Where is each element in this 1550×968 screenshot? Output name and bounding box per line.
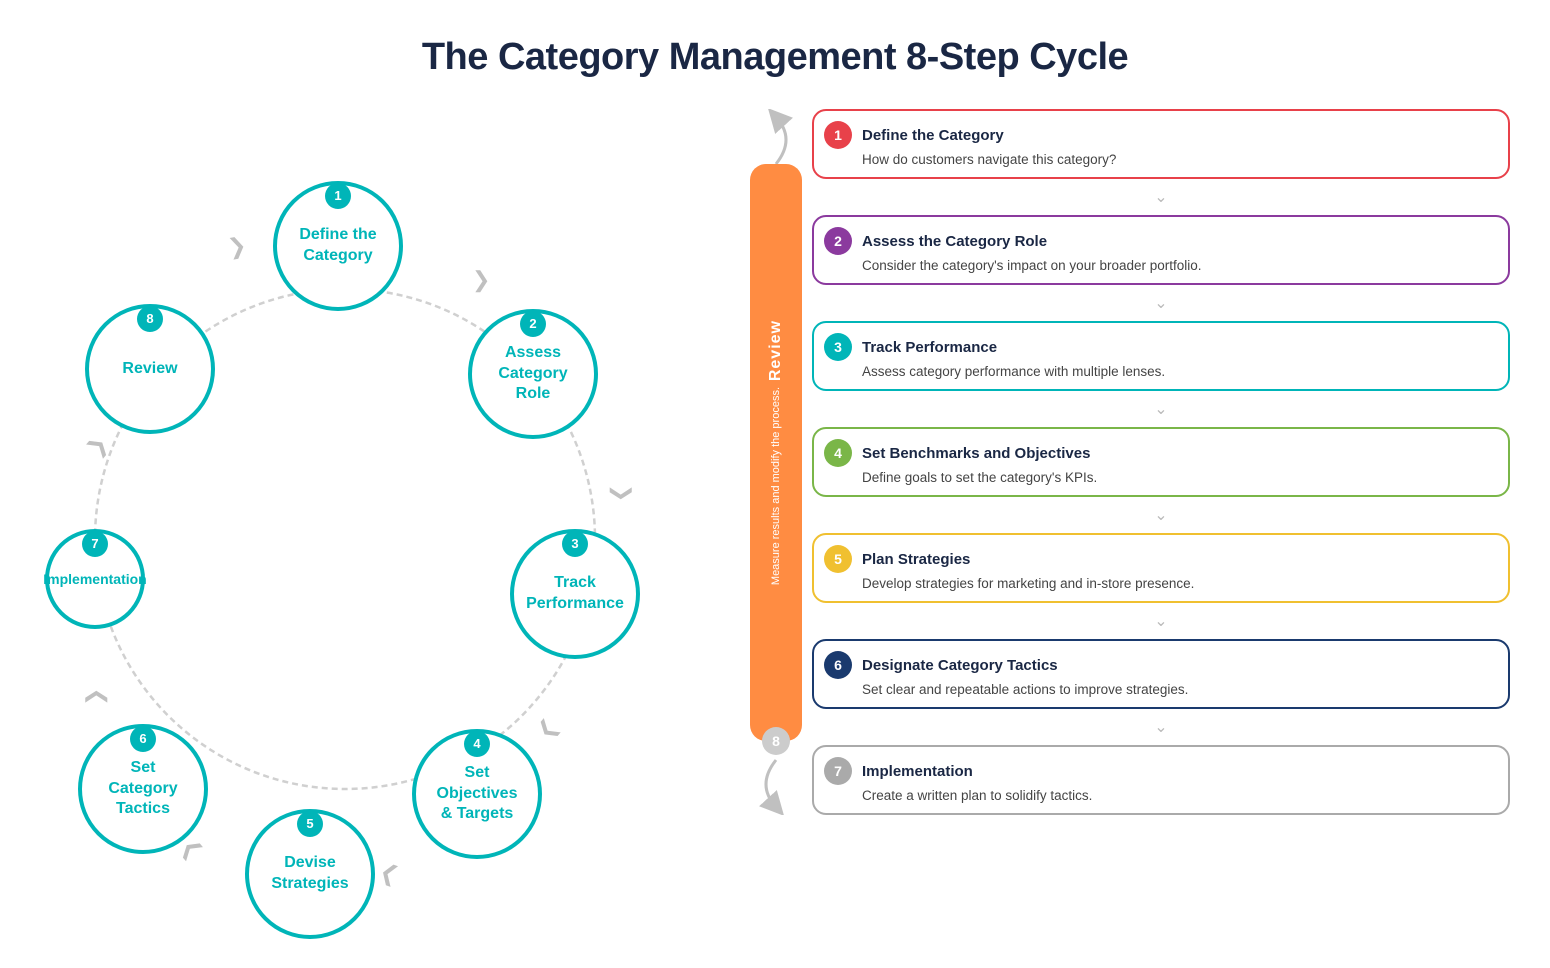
step-title-6: Designate Category Tactics [862, 657, 1058, 674]
review-bar-container: Review Measure results and modify the pr… [750, 109, 802, 815]
step-desc-2: Consider the category's impact on your b… [824, 258, 1492, 273]
step-title-3: Track Performance [862, 339, 997, 356]
step-item-1: 1 Define the Category How do customers nav… [812, 109, 1510, 179]
step-chevron-5: ⌄ [812, 611, 1510, 631]
step-title-5: Plan Strategies [862, 551, 970, 568]
step-num-badge-4: 4 [824, 439, 852, 467]
step-item-2: 2 Assess the Category Role Consider the ca… [812, 215, 1510, 285]
review-bar-num: 8 [762, 727, 790, 755]
cycle-node-4: 4 Set Objectives & Targets [412, 729, 542, 859]
review-bar: Review Measure results and modify the pr… [750, 164, 802, 741]
step-chevron-6: ⌄ [812, 717, 1510, 737]
step-chevron-1: ⌄ [812, 187, 1510, 207]
cycle-node-6: 6 Set Category Tactics [78, 724, 208, 854]
svg-text:❯: ❯ [226, 232, 249, 261]
step-item-7: 7 Implementation Create a written plan to … [812, 745, 1510, 815]
svg-text:❯: ❯ [472, 267, 490, 293]
step-desc-5: Develop strategies for marketing and in-… [824, 576, 1492, 591]
cycle-node-8: 8 Review [85, 304, 215, 434]
step-item-4: 4 Set Benchmarks and Objectives Define goa… [812, 427, 1510, 497]
step-item-6: 6 Designate Category Tactics Set clear and… [812, 639, 1510, 709]
cycle-node-3: 3 Track Performance [510, 529, 640, 659]
step-num-badge-3: 3 [824, 333, 852, 361]
page-title: The Category Management 8-Step Cycle [0, 0, 1550, 99]
svg-text:❯: ❯ [609, 484, 635, 502]
step-chevron-3: ⌄ [812, 399, 1510, 419]
svg-text:❯: ❯ [82, 688, 108, 706]
step-chevron-2: ⌄ [812, 293, 1510, 313]
step-num-badge-6: 6 [824, 651, 852, 679]
step-num-badge-1: 1 [824, 121, 852, 149]
step-desc-3: Assess category performance with multipl… [824, 364, 1492, 379]
step-title-1: Define the Category [862, 127, 1004, 144]
review-bar-sublabel: Measure results and modify the process. [770, 387, 782, 585]
step-num-badge-5: 5 [824, 545, 852, 573]
svg-text:❯: ❯ [534, 715, 566, 746]
step-item-5: 5 Plan Strategies Develop strategies for m… [812, 533, 1510, 603]
step-title-7: Implementation [862, 763, 973, 780]
steps-list: 1 Define the Category How do customers nav… [812, 109, 1510, 815]
step-chevron-4: ⌄ [812, 505, 1510, 525]
step-num-badge-2: 2 [824, 227, 852, 255]
step-item-3: 3 Track Performance Assess category perfor… [812, 321, 1510, 391]
cycle-diagram: ❯ ❯ ❯ ❯ ❯ ❯ ❯ ❯ 1 Define the Category 2 … [40, 109, 720, 899]
svg-text:❯: ❯ [375, 860, 401, 891]
step-num-badge-7: 7 [824, 757, 852, 785]
step-desc-6: Set clear and repeatable actions to impr… [824, 682, 1492, 697]
step-desc-1: How do customers navigate this category? [824, 152, 1492, 167]
legend-section: Review Measure results and modify the pr… [750, 109, 1510, 815]
cycle-node-7: 7 Implementation [45, 529, 145, 629]
cycle-node-1: 1 Define the Category [273, 181, 403, 311]
cycle-node-2: 2 Assess Category Role [468, 309, 598, 439]
step-title-4: Set Benchmarks and Objectives [862, 445, 1090, 462]
svg-text:❯: ❯ [81, 431, 113, 462]
cycle-node-5: 5 Devise Strategies [245, 809, 375, 939]
step-title-2: Assess the Category Role [862, 233, 1047, 250]
step-desc-4: Define goals to set the category's KPIs. [824, 470, 1492, 485]
step-desc-7: Create a written plan to solidify tactic… [824, 788, 1492, 803]
review-bar-label: Review [767, 320, 785, 381]
